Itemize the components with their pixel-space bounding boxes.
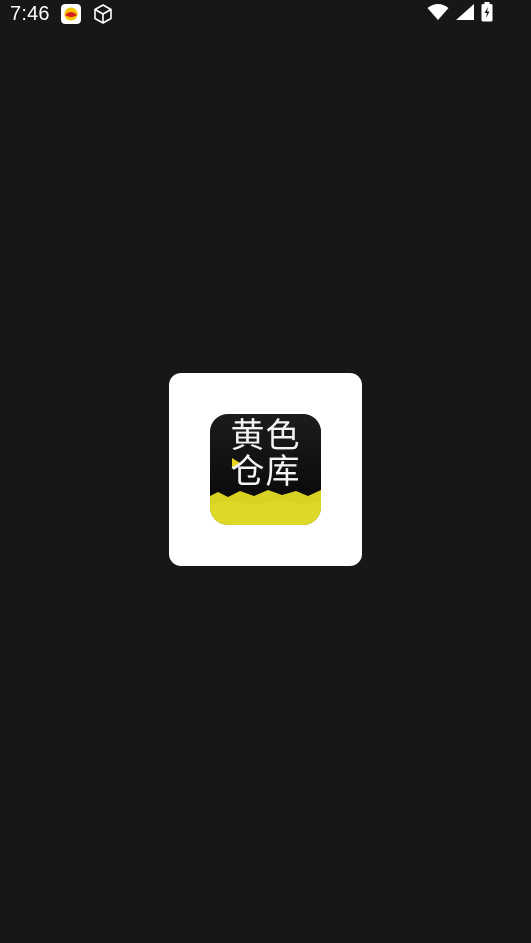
app-notification-icon [60, 3, 82, 25]
wifi-icon [427, 3, 449, 26]
splash-screen: 7:46 黄色 仓库 [0, 0, 531, 943]
cellular-signal-icon [455, 3, 475, 26]
status-time: 7:46 [10, 2, 50, 25]
status-bar-left: 7:46 [10, 3, 114, 26]
status-bar: 7:46 [0, 0, 531, 28]
status-bar-right [427, 1, 521, 27]
app-logo: 黄色 仓库 [210, 414, 321, 525]
splash-logo-card: 黄色 仓库 [169, 373, 362, 566]
battery-charging-icon [481, 1, 493, 27]
package-icon [92, 3, 114, 25]
logo-title: 黄色 仓库 [230, 416, 301, 492]
